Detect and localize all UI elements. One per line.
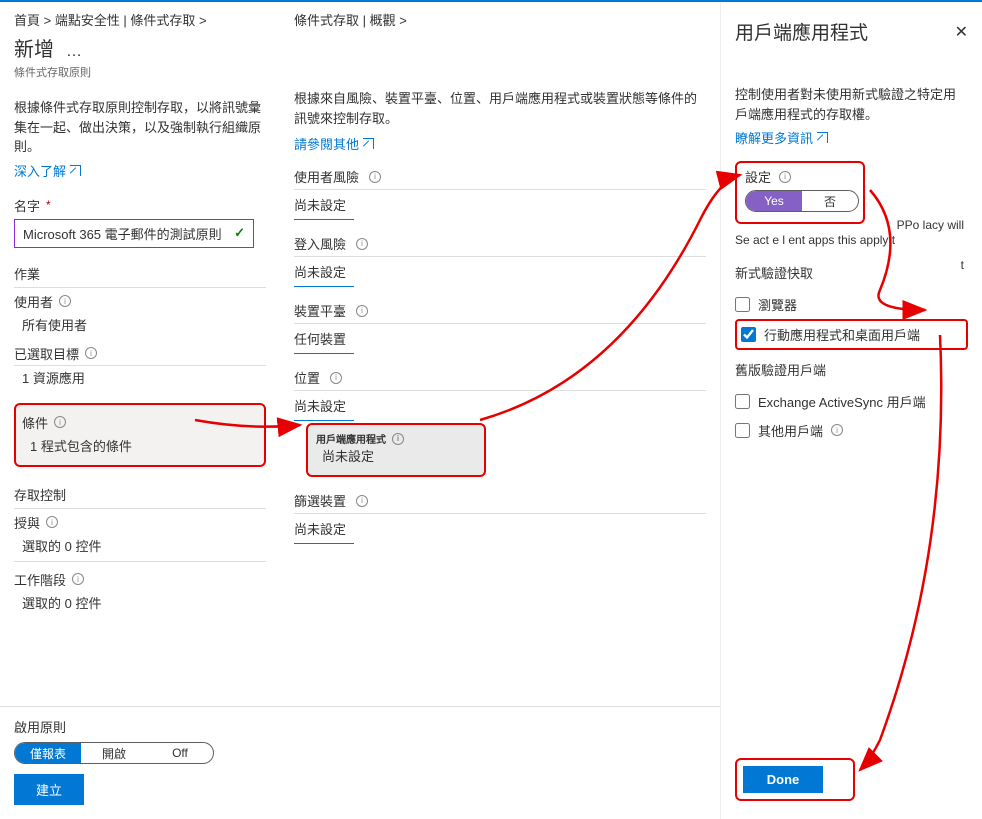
external-link-icon bbox=[70, 165, 81, 176]
platform-head[interactable]: 裝置平臺i bbox=[294, 301, 706, 324]
left-description: 根據條件式存取原則控制存取，以將訊號彙集在一起、做出決策，以及強制執行組織原則。 bbox=[14, 98, 266, 157]
more-actions-icon[interactable]: … bbox=[66, 43, 82, 61]
learn-more-link-right[interactable]: 瞭解更多資訊 bbox=[735, 128, 828, 147]
checkbox-mobile-highlight: 行動應用程式和桌面用戶端 bbox=[735, 319, 968, 350]
policy-note: Se act e l ent apps this apply t PPo lac… bbox=[735, 232, 968, 249]
targets-value[interactable]: 1 資源應用 bbox=[14, 366, 266, 393]
learn-more-link-mid[interactable]: 請參閱其他 bbox=[294, 134, 374, 153]
configure-highlight: 設定i Yes 否 bbox=[735, 161, 865, 224]
right-panel-title: 用戶端應用程式 bbox=[735, 18, 868, 45]
page-title: 新增 bbox=[14, 33, 54, 62]
create-button[interactable]: 建立 bbox=[14, 774, 84, 805]
breadcrumb-left[interactable]: 首頁 > 端點安全性 | 條件式存取 > bbox=[14, 10, 266, 29]
modern-auth-header: 新式驗證快取 t bbox=[735, 263, 968, 282]
client-app-head[interactable]: 用戶端應用程式i bbox=[316, 431, 476, 446]
access-control-header: 存取控制 bbox=[14, 485, 266, 509]
conditions-highlight: 條件i 1 程式包含的條件 bbox=[14, 403, 266, 467]
breadcrumb-mid[interactable]: 條件式存取 | 概觀 > bbox=[294, 10, 706, 29]
close-icon[interactable]: ✕ bbox=[955, 22, 968, 42]
info-icon[interactable]: i bbox=[779, 171, 791, 183]
done-highlight: Done bbox=[735, 758, 855, 801]
conditions-item[interactable]: 條件i bbox=[22, 409, 258, 434]
grant-item[interactable]: 授與i bbox=[14, 509, 266, 534]
right-description: 控制使用者對未使用新式驗證之特定用戶端應用程式的存取權。 bbox=[735, 85, 968, 124]
mid-panel: 條件式存取 | 概觀 > 根據來自風險、裝置平臺、位置、用戶端應用程式或裝置狀態… bbox=[280, 2, 720, 819]
toggle-on[interactable]: 開啟 bbox=[81, 743, 147, 763]
filter-device-head[interactable]: 篩選裝置i bbox=[294, 491, 706, 514]
external-link-icon bbox=[817, 132, 828, 143]
footer: 啟用原則 僅報表 開啟 Off 建立 bbox=[0, 706, 720, 819]
location-head[interactable]: 位置i bbox=[294, 368, 706, 391]
checkbox-browser-input[interactable] bbox=[735, 297, 750, 312]
name-label: 名字* bbox=[14, 196, 266, 215]
users-item[interactable]: 使用者i bbox=[14, 288, 266, 313]
platform-value[interactable]: 任何裝置 bbox=[294, 324, 354, 354]
info-icon[interactable]: i bbox=[356, 238, 368, 250]
info-icon[interactable]: i bbox=[46, 516, 58, 528]
info-icon[interactable]: i bbox=[392, 433, 404, 445]
info-icon[interactable]: i bbox=[54, 416, 66, 428]
policy-name-input[interactable]: Microsoft 365 電子郵件的測試原則 ✓ bbox=[14, 219, 254, 248]
checkbox-other-input[interactable] bbox=[735, 423, 750, 438]
grant-value[interactable]: 選取的 0 控件 bbox=[14, 534, 266, 561]
configure-toggle[interactable]: Yes 否 bbox=[745, 190, 859, 212]
enable-policy-toggle[interactable]: 僅報表 開啟 Off bbox=[14, 742, 214, 764]
client-app-value[interactable]: 尚未設定 bbox=[316, 449, 374, 464]
checkbox-mobile-input[interactable] bbox=[741, 327, 756, 342]
checkbox-eas[interactable]: Exchange ActiveSync 用戶端 bbox=[735, 387, 968, 416]
page-subtitle: 條件式存取原則 bbox=[14, 64, 266, 80]
checkbox-eas-input[interactable] bbox=[735, 394, 750, 409]
user-risk-value[interactable]: 尚未設定 bbox=[294, 190, 354, 220]
info-icon[interactable]: i bbox=[85, 347, 97, 359]
targets-item[interactable]: 已選取目標i bbox=[14, 340, 266, 366]
toggle-off[interactable]: Off bbox=[147, 743, 213, 763]
users-value[interactable]: 所有使用者 bbox=[14, 313, 266, 340]
filter-device-value[interactable]: 尚未設定 bbox=[294, 514, 354, 544]
legacy-auth-header: 舊版驗證用戶端 bbox=[735, 360, 968, 379]
location-value[interactable]: 尚未設定 bbox=[294, 391, 354, 421]
checkbox-mobile[interactable]: 行動應用程式和桌面用戶端 bbox=[741, 323, 962, 346]
user-risk-head[interactable]: 使用者風險i bbox=[294, 167, 706, 190]
signin-risk-value[interactable]: 尚未設定 bbox=[294, 257, 354, 287]
session-value[interactable]: 選取的 0 控件 bbox=[14, 591, 266, 618]
toggle-report-only[interactable]: 僅報表 bbox=[15, 743, 81, 763]
configure-label: 設定i bbox=[745, 167, 855, 186]
info-icon[interactable]: i bbox=[59, 295, 71, 307]
checkbox-browser[interactable]: 瀏覽器 bbox=[735, 290, 968, 319]
info-icon[interactable]: i bbox=[831, 424, 843, 436]
toggle-yes[interactable]: Yes bbox=[746, 191, 802, 211]
toggle-no[interactable]: 否 bbox=[802, 191, 858, 211]
client-app-highlight: 用戶端應用程式i 尚未設定 bbox=[306, 423, 486, 477]
enable-policy-label: 啟用原則 bbox=[14, 717, 706, 736]
info-icon[interactable]: i bbox=[356, 305, 368, 317]
policy-name-value: Microsoft 365 電子郵件的測試原則 bbox=[23, 224, 222, 243]
checkbox-other[interactable]: 其他用戶端 i bbox=[735, 416, 968, 445]
external-link-icon bbox=[363, 138, 374, 149]
work-header: 作業 bbox=[14, 264, 266, 288]
learn-more-link[interactable]: 深入了解 bbox=[14, 161, 81, 180]
check-icon: ✓ bbox=[234, 225, 245, 241]
info-icon[interactable]: i bbox=[72, 573, 84, 585]
info-icon[interactable]: i bbox=[330, 372, 342, 384]
left-panel: 首頁 > 端點安全性 | 條件式存取 > 新增 … 條件式存取原則 根據條件式存… bbox=[0, 2, 280, 819]
conditions-value[interactable]: 1 程式包含的條件 bbox=[22, 434, 258, 461]
info-icon[interactable]: i bbox=[369, 171, 381, 183]
session-item[interactable]: 工作階段i bbox=[14, 561, 266, 591]
signin-risk-head[interactable]: 登入風險i bbox=[294, 234, 706, 257]
done-button[interactable]: Done bbox=[743, 766, 823, 793]
mid-description: 根據來自風險、裝置平臺、位置、用戶端應用程式或裝置狀態等條件的訊號來控制存取。 bbox=[294, 89, 706, 128]
right-panel: 用戶端應用程式 ✕ 控制使用者對未使用新式驗證之特定用戶端應用程式的存取權。 瞭… bbox=[720, 2, 982, 819]
info-icon[interactable]: i bbox=[356, 495, 368, 507]
